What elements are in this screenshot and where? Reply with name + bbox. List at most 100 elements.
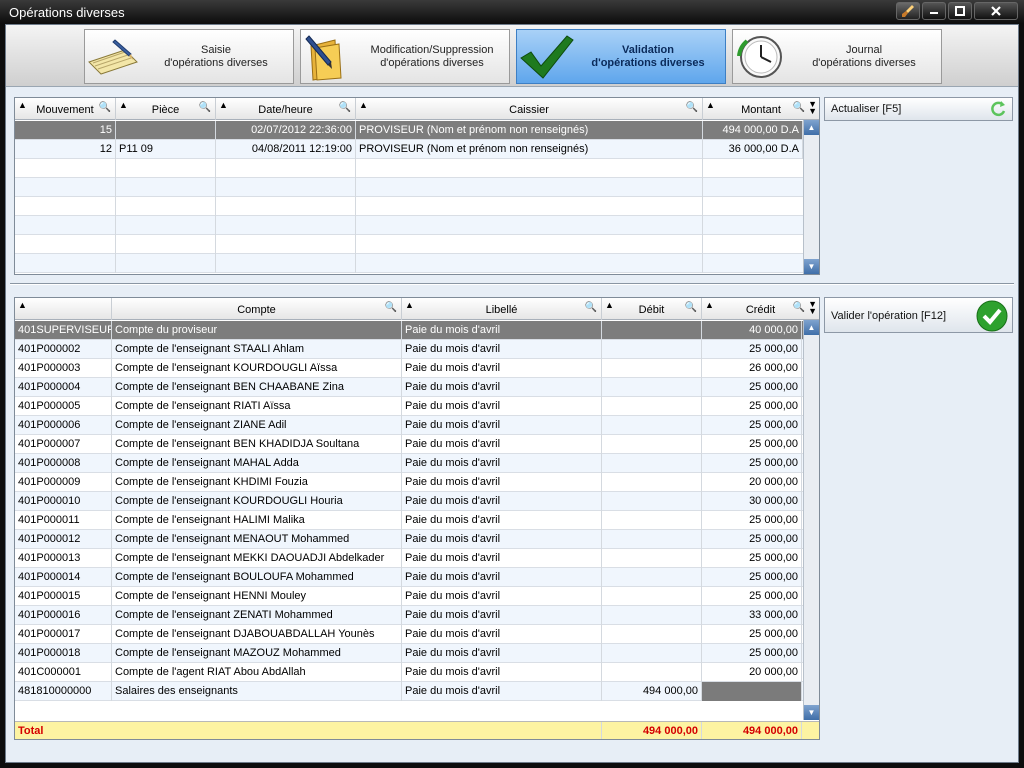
col-piece[interactable]: ▲ Pièce 🔍 bbox=[116, 98, 216, 120]
scroll-down-icon[interactable]: ▼ bbox=[804, 259, 819, 274]
total-credit: 494 000,00 bbox=[702, 722, 802, 739]
cell-datetime: 02/07/2012 22:36:00 bbox=[216, 121, 356, 140]
ecritures-scrollbar[interactable]: ▲ ▼ bbox=[803, 320, 819, 720]
table-row[interactable]: 401P000005 Compte de l'enseignant RIATI A… bbox=[15, 397, 803, 416]
cell-debit bbox=[602, 663, 702, 682]
actualiser-button[interactable]: Actualiser [F5] bbox=[824, 97, 1013, 121]
cell-code: 401P000013 bbox=[15, 549, 112, 568]
scroll-up-icon[interactable]: ▲ bbox=[804, 320, 819, 335]
table-row[interactable]: 401P000010 Compte de l'enseignant KOURDOU… bbox=[15, 492, 803, 511]
cell-libelle: Paie du mois d'avril bbox=[402, 473, 602, 492]
cell-code: 401P000006 bbox=[15, 416, 112, 435]
search-icon[interactable]: 🔍 bbox=[99, 102, 111, 113]
cell-code: 401P000016 bbox=[15, 606, 112, 625]
sort-up-icon[interactable]: ▲ bbox=[18, 300, 27, 310]
modification-button[interactable]: Modification/Suppression d'opérations div… bbox=[300, 29, 510, 84]
col-caissier[interactable]: ▲ Caissier 🔍 bbox=[356, 98, 703, 120]
col-montant[interactable]: ▲ Montant 🔍 ▼ ▼ bbox=[703, 98, 819, 120]
table-row[interactable]: 401P000018 Compte de l'enseignant MAZOUZ … bbox=[15, 644, 803, 663]
cell-credit: 25 000,00 bbox=[702, 378, 802, 397]
chevron-down-icon[interactable]: ▼ ▼ bbox=[808, 100, 817, 116]
search-icon[interactable]: 🔍 bbox=[199, 102, 211, 113]
table-row[interactable]: 401P000015 Compte de l'enseignant HENNI M… bbox=[15, 587, 803, 606]
table-row[interactable]: 401P000004 Compte de l'enseignant BEN CHA… bbox=[15, 378, 803, 397]
cell-credit: 30 000,00 bbox=[702, 492, 802, 511]
table-row[interactable]: 401P000014 Compte de l'enseignant BOULOUF… bbox=[15, 568, 803, 587]
scroll-down-icon[interactable]: ▼ bbox=[804, 705, 819, 720]
cell-credit: 25 000,00 bbox=[702, 549, 802, 568]
maximize-icon[interactable] bbox=[948, 2, 972, 20]
cell-caissier: PROVISEUR (Nom et prénom non renseignés) bbox=[356, 140, 703, 159]
search-icon[interactable]: 🔍 bbox=[685, 302, 697, 313]
table-row[interactable]: 401P000013 Compte de l'enseignant MEKKI D… bbox=[15, 549, 803, 568]
validation-button[interactable]: Validation d'opérations diverses bbox=[516, 29, 726, 84]
cell-code: 401P000015 bbox=[15, 587, 112, 606]
table-row[interactable]: 401P000009 Compte de l'enseignant KHDIMI … bbox=[15, 473, 803, 492]
table-row[interactable]: 401P000012 Compte de l'enseignant MENAOUT… bbox=[15, 530, 803, 549]
brush-icon[interactable] bbox=[896, 2, 920, 20]
table-row[interactable]: 12 P11 09 04/08/2011 12:19:00 PROVISEUR … bbox=[15, 140, 803, 159]
scroll-up-icon[interactable]: ▲ bbox=[804, 120, 819, 135]
search-icon[interactable]: 🔍 bbox=[686, 102, 698, 113]
close-icon[interactable] bbox=[974, 2, 1018, 20]
col-libelle[interactable]: ▲ Libellé 🔍 bbox=[402, 298, 602, 320]
table-row[interactable]: 401P000017 Compte de l'enseignant DJABOUA… bbox=[15, 625, 803, 644]
cell-debit bbox=[602, 549, 702, 568]
table-row[interactable]: 401P000006 Compte de l'enseignant ZIANE A… bbox=[15, 416, 803, 435]
search-icon[interactable]: 🔍 bbox=[793, 302, 805, 313]
cell-debit bbox=[602, 568, 702, 587]
journal-button[interactable]: Journal d'opérations diverses bbox=[732, 29, 942, 84]
empty-row bbox=[15, 235, 803, 254]
table-row[interactable]: 15 02/07/2012 22:36:00 PROVISEUR (Nom et… bbox=[15, 121, 803, 140]
col-credit[interactable]: ▲ Crédit 🔍 ▼ ▼ bbox=[702, 298, 819, 320]
refresh-icon bbox=[989, 100, 1007, 121]
table-row[interactable]: 401P000007 Compte de l'enseignant BEN KHA… bbox=[15, 435, 803, 454]
search-icon[interactable]: 🔍 bbox=[793, 102, 805, 113]
cell-compte: Compte de l'enseignant BEN KHADIDJA Soul… bbox=[112, 435, 402, 454]
cell-credit: 25 000,00 bbox=[702, 435, 802, 454]
valider-button[interactable]: Valider l'opération [F12] bbox=[824, 297, 1013, 333]
table-row[interactable]: 401P000011 Compte de l'enseignant HALIMI … bbox=[15, 511, 803, 530]
cell-debit bbox=[602, 492, 702, 511]
col-compte[interactable]: Compte 🔍 bbox=[112, 298, 402, 320]
cell-code: 401P000011 bbox=[15, 511, 112, 530]
table-row[interactable]: 401P000002 Compte de l'enseignant STAALI … bbox=[15, 340, 803, 359]
cell-code: 401P000007 bbox=[15, 435, 112, 454]
title-bar[interactable]: Opérations diverses bbox=[0, 0, 1024, 24]
total-debit: 494 000,00 bbox=[602, 722, 702, 739]
table-row[interactable]: 481810000000 Salaires des enseignants Paie… bbox=[15, 682, 803, 701]
check-circle-icon bbox=[976, 300, 1008, 335]
mouvements-header: ▲ Mouvement 🔍 ▲ Pièce 🔍 ▲ Date/heure 🔍 ▲… bbox=[15, 98, 819, 120]
cell-code: 401P000018 bbox=[15, 644, 112, 663]
cell-compte: Compte de l'enseignant STAALI Ahlam bbox=[112, 340, 402, 359]
table-row[interactable]: 401C000001 Compte de l'agent RIAT Abou Ab… bbox=[15, 663, 803, 682]
col-datetime[interactable]: ▲ Date/heure 🔍 bbox=[216, 98, 356, 120]
empty-row bbox=[15, 197, 803, 216]
col-mouvement[interactable]: ▲ Mouvement 🔍 bbox=[15, 98, 116, 120]
col-compte-label: Compte bbox=[237, 304, 276, 316]
table-row[interactable]: 401SUPERVISEUR Compte du proviseur Paie du… bbox=[15, 321, 803, 340]
cell-code: 401C000001 bbox=[15, 663, 112, 682]
saisie-button[interactable]: Saisie d'opérations diverses bbox=[84, 29, 294, 84]
cell-debit bbox=[602, 587, 702, 606]
cell-debit bbox=[602, 321, 702, 340]
cell-debit bbox=[602, 435, 702, 454]
modification-label-2: d'opérations diverses bbox=[380, 56, 484, 69]
cell-compte: Compte de l'enseignant BEN CHAABANE Zina bbox=[112, 378, 402, 397]
chevron-down-icon[interactable]: ▼ ▼ bbox=[808, 300, 817, 316]
mouvements-scrollbar[interactable]: ▲ ▼ bbox=[803, 120, 819, 274]
table-row[interactable]: 401P000016 Compte de l'enseignant ZENATI … bbox=[15, 606, 803, 625]
cell-debit bbox=[602, 340, 702, 359]
cell-libelle: Paie du mois d'avril bbox=[402, 397, 602, 416]
journal-label-1: Journal bbox=[845, 43, 883, 56]
cell-libelle: Paie du mois d'avril bbox=[402, 587, 602, 606]
col-compte-code[interactable]: ▲ bbox=[15, 298, 112, 320]
modification-label-1: Modification/Suppression bbox=[370, 43, 494, 56]
table-row[interactable]: 401P000008 Compte de l'enseignant MAHAL A… bbox=[15, 454, 803, 473]
table-row[interactable]: 401P000003 Compte de l'enseignant KOURDOU… bbox=[15, 359, 803, 378]
search-icon[interactable]: 🔍 bbox=[585, 302, 597, 313]
col-debit[interactable]: ▲ Débit 🔍 bbox=[602, 298, 702, 320]
minimize-icon[interactable] bbox=[922, 2, 946, 20]
search-icon[interactable]: 🔍 bbox=[339, 102, 351, 113]
search-icon[interactable]: 🔍 bbox=[385, 302, 397, 313]
